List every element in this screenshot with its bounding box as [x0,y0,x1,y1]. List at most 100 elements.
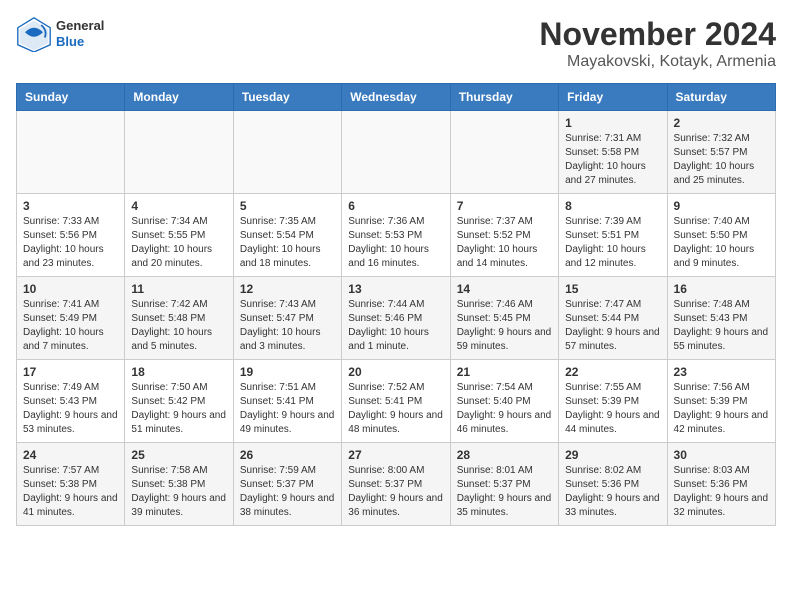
day-number: 9 [674,199,769,213]
day-number: 29 [565,448,660,462]
header-cell-sunday: Sunday [17,84,125,111]
day-info: Sunrise: 7:36 AM Sunset: 5:53 PM Dayligh… [348,215,443,271]
day-info: Sunrise: 7:51 AM Sunset: 5:41 PM Dayligh… [240,381,335,437]
day-info: Sunrise: 7:57 AM Sunset: 5:38 PM Dayligh… [23,464,118,520]
calendar-table: SundayMondayTuesdayWednesdayThursdayFrid… [16,83,776,526]
day-cell-6: 6 Sunrise: 7:36 AM Sunset: 5:53 PM Daylig… [342,194,450,277]
day-cell-4: 4Sunrise: 7:34 AM Sunset: 5:55 PM Daylig… [125,194,233,277]
day-cell-1: 1 Sunrise: 7:31 AM Sunset: 5:58 PM Daylig… [559,111,667,194]
day-cell-25: 25 Sunrise: 7:58 AM Sunset: 5:38 PM Dayli… [125,443,233,526]
logo-blue: Blue [56,34,104,50]
day-cell-2: 2 Sunrise: 7:32 AM Sunset: 5:57 PM Daylig… [667,111,775,194]
title-block: November 2024 Mayakovski, Kotayk, Armeni… [539,16,776,71]
day-info: Sunrise: 7:43 AM Sunset: 5:47 PM Dayligh… [240,298,335,354]
day-info: Sunrise: 8:00 AM Sunset: 5:37 PM Dayligh… [348,464,443,520]
day-number: 15 [565,282,660,296]
day-cell-23: 23 Sunrise: 7:56 AM Sunset: 5:39 PM Dayli… [667,360,775,443]
day-info: Sunrise: 7:34 AM Sunset: 5:55 PM Dayligh… [131,215,226,271]
week-row-2: 3Sunrise: 7:33 AM Sunset: 5:56 PM Daylig… [17,194,776,277]
day-cell-empty-0-1 [125,111,233,194]
logo: General Blue [16,16,104,52]
calendar-header: SundayMondayTuesdayWednesdayThursdayFrid… [17,84,776,111]
day-number: 28 [457,448,552,462]
week-row-3: 10Sunrise: 7:41 AM Sunset: 5:49 PM Dayli… [17,277,776,360]
day-cell-19: 19 Sunrise: 7:51 AM Sunset: 5:41 PM Dayli… [233,360,341,443]
day-number: 25 [131,448,226,462]
day-info: Sunrise: 7:52 AM Sunset: 5:41 PM Dayligh… [348,381,443,437]
day-cell-empty-0-3 [342,111,450,194]
day-cell-28: 28Sunrise: 8:01 AM Sunset: 5:37 PM Dayli… [450,443,558,526]
header-cell-saturday: Saturday [667,84,775,111]
day-cell-22: 22 Sunrise: 7:55 AM Sunset: 5:39 PM Dayli… [559,360,667,443]
day-cell-26: 26 Sunrise: 7:59 AM Sunset: 5:37 PM Dayli… [233,443,341,526]
logo-icon [16,16,52,52]
day-number: 27 [348,448,443,462]
day-number: 11 [131,282,226,296]
day-cell-18: 18 Sunrise: 7:50 AM Sunset: 5:42 PM Dayli… [125,360,233,443]
day-number: 19 [240,365,335,379]
day-info: Sunrise: 7:50 AM Sunset: 5:42 PM Dayligh… [131,381,226,437]
day-cell-12: 12Sunrise: 7:43 AM Sunset: 5:47 PM Dayli… [233,277,341,360]
day-number: 26 [240,448,335,462]
day-cell-13: 13Sunrise: 7:44 AM Sunset: 5:46 PM Dayli… [342,277,450,360]
day-cell-5: 5Sunrise: 7:35 AM Sunset: 5:54 PM Daylig… [233,194,341,277]
day-cell-3: 3Sunrise: 7:33 AM Sunset: 5:56 PM Daylig… [17,194,125,277]
day-number: 18 [131,365,226,379]
day-number: 8 [565,199,660,213]
day-info: Sunrise: 7:40 AM Sunset: 5:50 PM Dayligh… [674,215,769,271]
day-number: 7 [457,199,552,213]
day-info: Sunrise: 7:39 AM Sunset: 5:51 PM Dayligh… [565,215,660,271]
day-info: Sunrise: 7:58 AM Sunset: 5:38 PM Dayligh… [131,464,226,520]
day-info: Sunrise: 8:02 AM Sunset: 5:36 PM Dayligh… [565,464,660,520]
day-cell-empty-0-2 [233,111,341,194]
day-info: Sunrise: 7:49 AM Sunset: 5:43 PM Dayligh… [23,381,118,437]
day-number: 20 [348,365,443,379]
month-title: November 2024 [539,16,776,53]
day-number: 21 [457,365,552,379]
day-info: Sunrise: 7:56 AM Sunset: 5:39 PM Dayligh… [674,381,769,437]
day-number: 22 [565,365,660,379]
day-cell-empty-0-0 [17,111,125,194]
day-number: 2 [674,116,769,130]
day-number: 5 [240,199,335,213]
page-header: General Blue November 2024 Mayakovski, K… [16,16,776,71]
header-cell-thursday: Thursday [450,84,558,111]
day-number: 30 [674,448,769,462]
day-cell-29: 29 Sunrise: 8:02 AM Sunset: 5:36 PM Dayli… [559,443,667,526]
day-cell-17: 17Sunrise: 7:49 AM Sunset: 5:43 PM Dayli… [17,360,125,443]
header-cell-monday: Monday [125,84,233,111]
day-number: 14 [457,282,552,296]
day-cell-14: 14 Sunrise: 7:46 AM Sunset: 5:45 PM Dayli… [450,277,558,360]
calendar-body: 1 Sunrise: 7:31 AM Sunset: 5:58 PM Daylig… [17,111,776,526]
day-info: Sunrise: 7:47 AM Sunset: 5:44 PM Dayligh… [565,298,660,354]
day-number: 1 [565,116,660,130]
day-info: Sunrise: 7:59 AM Sunset: 5:37 PM Dayligh… [240,464,335,520]
day-number: 23 [674,365,769,379]
header-row: SundayMondayTuesdayWednesdayThursdayFrid… [17,84,776,111]
day-cell-16: 16Sunrise: 7:48 AM Sunset: 5:43 PM Dayli… [667,277,775,360]
day-info: Sunrise: 7:55 AM Sunset: 5:39 PM Dayligh… [565,381,660,437]
day-number: 10 [23,282,118,296]
day-number: 24 [23,448,118,462]
day-cell-20: 20 Sunrise: 7:52 AM Sunset: 5:41 PM Dayli… [342,360,450,443]
day-info: Sunrise: 7:54 AM Sunset: 5:40 PM Dayligh… [457,381,552,437]
day-cell-10: 10Sunrise: 7:41 AM Sunset: 5:49 PM Dayli… [17,277,125,360]
logo-general: General [56,18,104,34]
day-cell-9: 9 Sunrise: 7:40 AM Sunset: 5:50 PM Daylig… [667,194,775,277]
day-info: Sunrise: 7:46 AM Sunset: 5:45 PM Dayligh… [457,298,552,354]
week-row-5: 24 Sunrise: 7:57 AM Sunset: 5:38 PM Dayli… [17,443,776,526]
header-cell-wednesday: Wednesday [342,84,450,111]
day-cell-30: 30 Sunrise: 8:03 AM Sunset: 5:36 PM Dayli… [667,443,775,526]
day-info: Sunrise: 7:32 AM Sunset: 5:57 PM Dayligh… [674,132,769,188]
header-cell-friday: Friday [559,84,667,111]
day-cell-21: 21 Sunrise: 7:54 AM Sunset: 5:40 PM Dayli… [450,360,558,443]
header-cell-tuesday: Tuesday [233,84,341,111]
day-cell-7: 7Sunrise: 7:37 AM Sunset: 5:52 PM Daylig… [450,194,558,277]
day-number: 6 [348,199,443,213]
day-info: Sunrise: 7:31 AM Sunset: 5:58 PM Dayligh… [565,132,660,188]
day-info: Sunrise: 8:03 AM Sunset: 5:36 PM Dayligh… [674,464,769,520]
day-number: 16 [674,282,769,296]
day-cell-11: 11Sunrise: 7:42 AM Sunset: 5:48 PM Dayli… [125,277,233,360]
day-number: 3 [23,199,118,213]
day-number: 13 [348,282,443,296]
